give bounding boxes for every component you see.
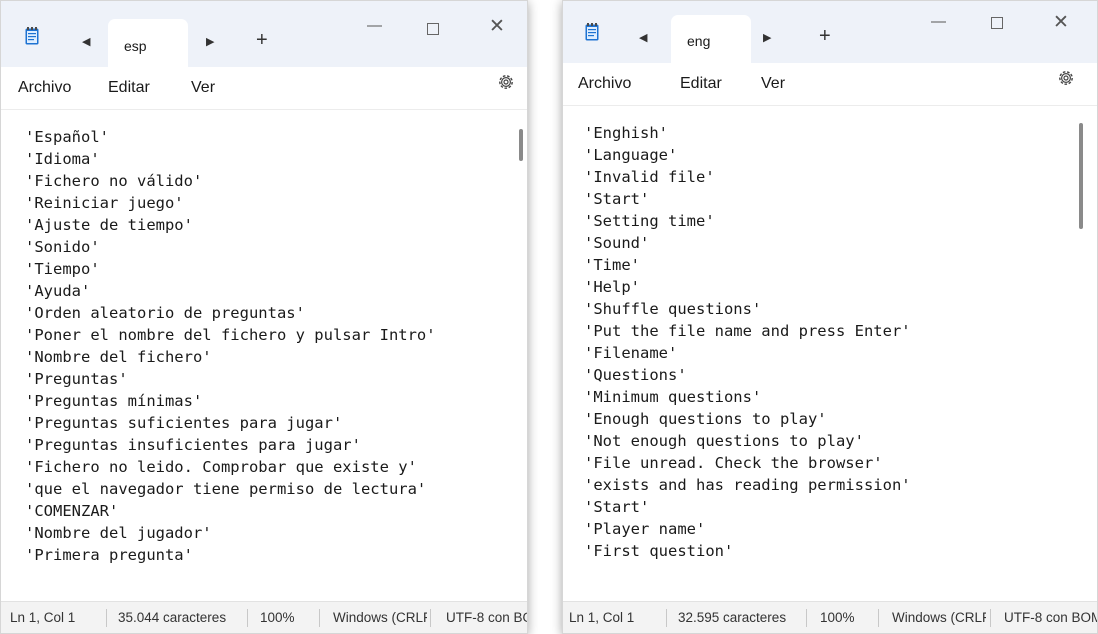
text-line: 'Language' bbox=[584, 146, 678, 164]
status-divider bbox=[430, 609, 431, 627]
minimize-button[interactable]: — bbox=[367, 17, 382, 34]
text-line: 'Ayuda' bbox=[25, 282, 91, 300]
tab-scroll-back-button[interactable]: ◀ bbox=[639, 31, 647, 44]
status-divider bbox=[878, 609, 879, 627]
menu-archivo[interactable]: Archivo bbox=[18, 79, 71, 97]
text-line: 'Help' bbox=[584, 278, 640, 296]
menu-bar bbox=[563, 63, 1097, 105]
text-line: 'Shuffle questions' bbox=[584, 300, 762, 318]
text-line: 'Questions' bbox=[584, 366, 687, 384]
text-line: 'Preguntas mínimas' bbox=[25, 392, 203, 410]
status-bar: Ln 1, Col 1 32.595 caracteres 100% Windo… bbox=[563, 601, 1097, 633]
gear-icon[interactable] bbox=[495, 71, 517, 93]
text-line: 'Player name' bbox=[584, 520, 706, 538]
text-line: 'Preguntas' bbox=[25, 370, 128, 388]
menu-archivo[interactable]: Archivo bbox=[578, 75, 631, 93]
status-line-ending[interactable]: Windows (CRLF) bbox=[333, 610, 427, 625]
text-line: 'Poner el nombre del fichero y pulsar In… bbox=[25, 326, 436, 344]
tab-scroll-back-button[interactable]: ◀ bbox=[82, 35, 90, 48]
vertical-scrollbar[interactable] bbox=[519, 129, 523, 161]
text-line: 'File unread. Check the browser' bbox=[584, 454, 883, 472]
text-line: 'Invalid file' bbox=[584, 168, 715, 186]
text-line: 'Preguntas insuficientes para jugar' bbox=[25, 436, 361, 454]
text-line: 'Primera pregunta' bbox=[25, 546, 193, 564]
text-line: 'Start' bbox=[584, 190, 650, 208]
text-line: 'Filename' bbox=[584, 344, 678, 362]
text-line: 'Sonido' bbox=[25, 238, 100, 256]
text-line: 'Reiniciar juego' bbox=[25, 194, 184, 212]
editor-lines[interactable]: 'Español' 'Idioma' 'Fichero no válido' 'Rei… bbox=[25, 126, 436, 566]
text-line: 'Start' bbox=[584, 498, 650, 516]
tab-scroll-forward-button[interactable]: ▶ bbox=[206, 35, 214, 48]
status-divider bbox=[106, 609, 107, 627]
text-line: 'Enough questions to play' bbox=[584, 410, 827, 428]
close-button[interactable]: ✕ bbox=[1053, 11, 1069, 34]
tab-scroll-forward-button[interactable]: ▶ bbox=[763, 31, 771, 44]
status-zoom[interactable]: 100% bbox=[820, 610, 855, 625]
maximize-button[interactable] bbox=[991, 17, 1003, 29]
status-position: Ln 1, Col 1 bbox=[569, 610, 635, 625]
tab-eng[interactable]: eng bbox=[671, 15, 751, 69]
status-position: Ln 1, Col 1 bbox=[10, 610, 76, 625]
status-divider bbox=[990, 609, 991, 627]
notepad-icon bbox=[585, 23, 599, 41]
menu-editar[interactable]: Editar bbox=[680, 75, 722, 93]
text-line: 'Ajuste de tiempo' bbox=[25, 216, 193, 234]
menu-ver[interactable]: Ver bbox=[761, 75, 785, 93]
text-line: 'Not enough questions to play' bbox=[584, 432, 864, 450]
status-char-count: 32.595 caracteres bbox=[678, 610, 787, 625]
notepad-icon bbox=[25, 27, 39, 45]
status-divider bbox=[666, 609, 667, 627]
maximize-button[interactable] bbox=[427, 23, 439, 35]
status-char-count: 35.044 caracteres bbox=[118, 610, 227, 625]
text-line: 'Enghish' bbox=[584, 124, 668, 142]
text-line: 'Minimum questions' bbox=[584, 388, 762, 406]
menu-ver[interactable]: Ver bbox=[191, 79, 215, 97]
editor-lines[interactable]: 'Enghish' 'Language' 'Invalid file' 'Start'… bbox=[584, 122, 911, 562]
text-line: 'Nombre del fichero' bbox=[25, 348, 212, 366]
notepad-window-eng: ◀ eng ▶ + — ✕ Archivo Editar Ver 'Enghis… bbox=[562, 0, 1098, 634]
status-encoding[interactable]: UTF-8 con BOM bbox=[446, 610, 527, 625]
status-divider bbox=[319, 609, 320, 627]
menu-editar[interactable]: Editar bbox=[108, 79, 150, 97]
vertical-scrollbar[interactable] bbox=[1079, 123, 1083, 229]
minimize-button[interactable]: — bbox=[931, 13, 946, 30]
new-tab-button[interactable]: + bbox=[819, 25, 831, 48]
text-line: 'exists and has reading permission' bbox=[584, 476, 911, 494]
status-line-ending[interactable]: Windows (CRLF) bbox=[892, 610, 986, 625]
text-line: 'Orden aleatorio de preguntas' bbox=[25, 304, 305, 322]
text-line: 'Setting time' bbox=[584, 212, 715, 230]
status-zoom[interactable]: 100% bbox=[260, 610, 295, 625]
text-line: 'Sound' bbox=[584, 234, 650, 252]
text-line: 'Español' bbox=[25, 128, 109, 146]
text-line: 'First question' bbox=[584, 542, 734, 560]
text-line: 'Fichero no leido. Comprobar que existe … bbox=[25, 458, 417, 476]
status-divider bbox=[806, 609, 807, 627]
text-line: 'COMENZAR' bbox=[25, 502, 119, 520]
text-line: 'Time' bbox=[584, 256, 640, 274]
text-line: 'Put the file name and press Enter' bbox=[584, 322, 911, 340]
status-bar: Ln 1, Col 1 35.044 caracteres 100% Windo… bbox=[1, 601, 527, 633]
text-line: 'que el navegador tiene permiso de lectu… bbox=[25, 480, 427, 498]
text-line: 'Preguntas suficientes para jugar' bbox=[25, 414, 343, 432]
text-line: 'Nombre del jugador' bbox=[25, 524, 212, 542]
status-divider bbox=[247, 609, 248, 627]
text-line: 'Fichero no válido' bbox=[25, 172, 203, 190]
tab-esp[interactable]: esp bbox=[108, 19, 188, 69]
notepad-window-esp: ◀ esp ▶ + — ✕ Archivo Editar Ver 'Españo… bbox=[0, 0, 528, 634]
text-line: 'Tiempo' bbox=[25, 260, 100, 278]
close-button[interactable]: ✕ bbox=[489, 15, 505, 38]
text-line: 'Idioma' bbox=[25, 150, 100, 168]
new-tab-button[interactable]: + bbox=[256, 29, 268, 52]
gear-icon[interactable] bbox=[1055, 67, 1077, 89]
status-encoding[interactable]: UTF-8 con BOM bbox=[1004, 610, 1097, 625]
menu-bar bbox=[1, 67, 527, 109]
